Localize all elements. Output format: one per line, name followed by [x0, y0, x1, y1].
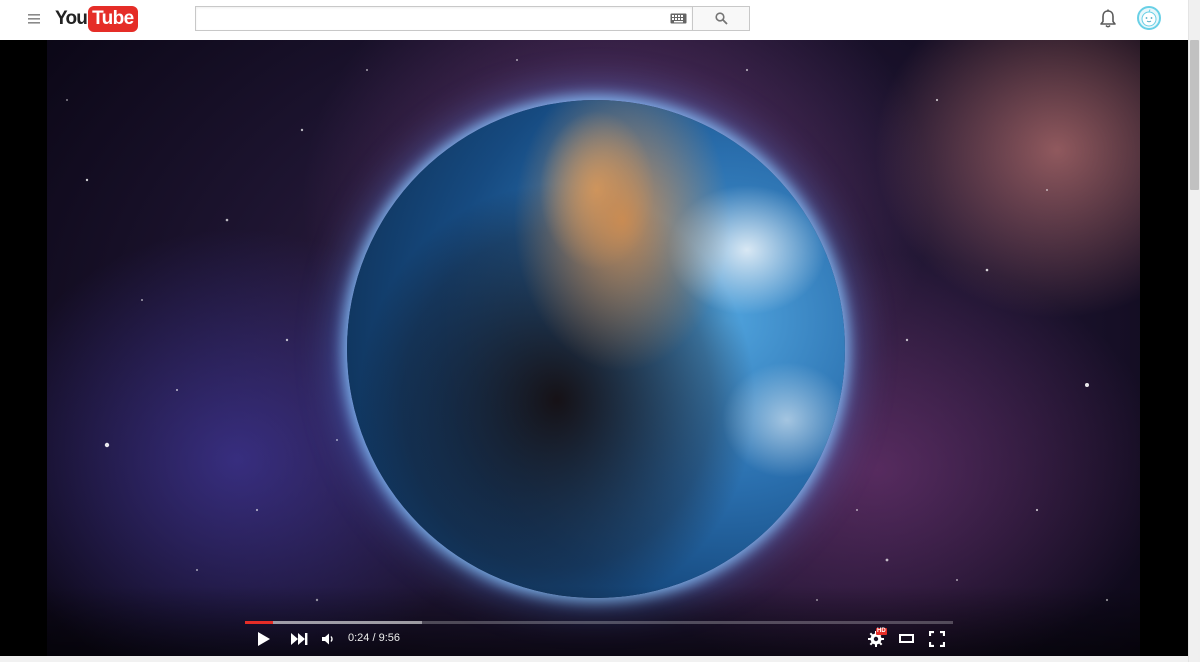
fullscreen-button[interactable] [927, 630, 947, 648]
logo-tube-text: Tube [88, 6, 138, 32]
hd-badge: HD [876, 628, 887, 635]
video-frame [47, 40, 1140, 656]
play-button[interactable] [255, 630, 273, 648]
page-scrollbar[interactable] [1188, 0, 1200, 662]
search-input[interactable] [202, 9, 662, 28]
current-time: 0:24 [348, 632, 370, 644]
theater-mode-button[interactable] [897, 631, 917, 647]
theater-mode-icon [899, 634, 914, 643]
youtube-logo[interactable]: You Tube [55, 6, 138, 32]
duration: 9:56 [378, 632, 401, 644]
search-button[interactable] [692, 6, 750, 31]
bell-icon[interactable] [1099, 9, 1117, 29]
fullscreen-icon [929, 631, 945, 647]
volume-icon [322, 633, 333, 645]
time-separator: / [369, 632, 379, 644]
guide-menu-button[interactable] [26, 11, 42, 27]
keyboard-icon[interactable] [670, 13, 687, 24]
scrollbar-thumb[interactable] [1190, 40, 1199, 190]
page-bottom-edge [0, 656, 1188, 662]
search-icon [714, 12, 728, 25]
time-display: 0:24 / 9:56 [348, 632, 400, 646]
search-box [195, 6, 692, 31]
masthead: You Tube [0, 0, 1188, 40]
avatar[interactable] [1137, 6, 1161, 30]
hamburger-menu-icon [28, 14, 40, 24]
progress-played [245, 621, 273, 624]
earth-image [347, 100, 845, 598]
video-player[interactable]: 0:24 / 9:56 HD [0, 40, 1188, 656]
logo-you-text: You [55, 8, 88, 29]
play-icon [258, 632, 270, 646]
avatar-icon [1141, 9, 1157, 27]
progress-bar[interactable] [245, 621, 953, 624]
volume-button[interactable] [319, 631, 337, 647]
next-icon [290, 633, 307, 645]
next-button[interactable] [289, 631, 309, 647]
